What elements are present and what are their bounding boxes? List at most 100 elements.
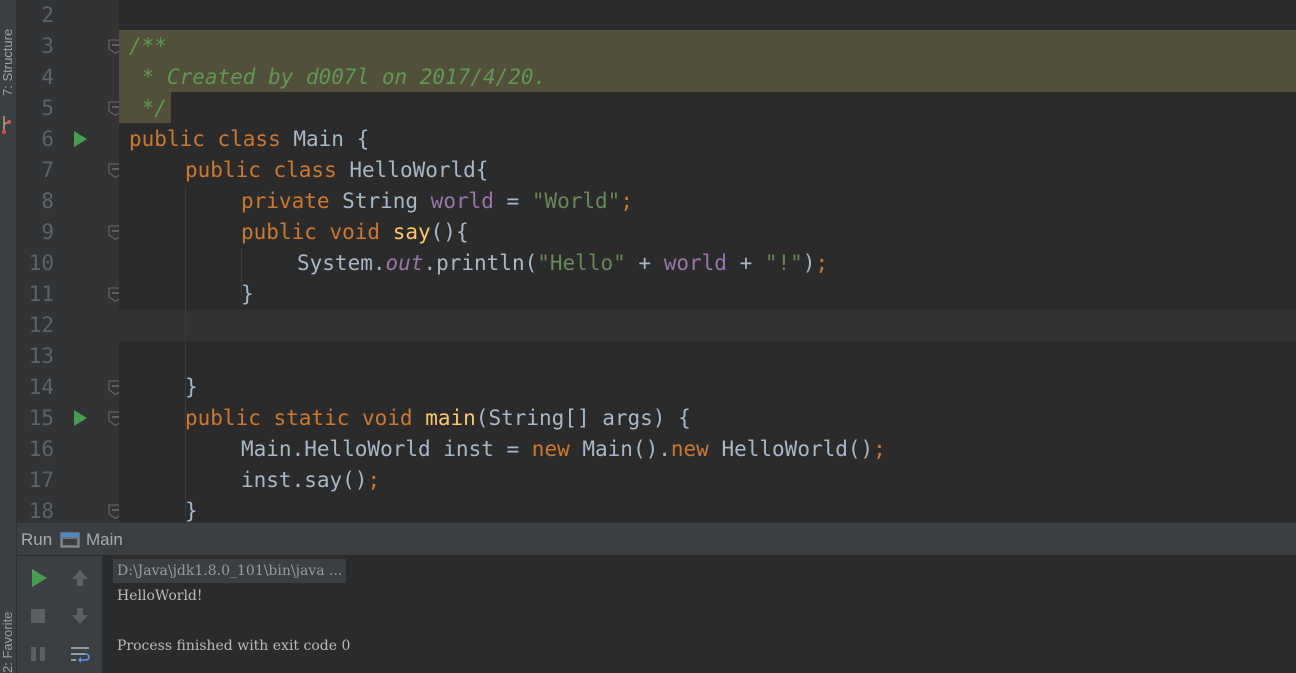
code-token: say xyxy=(392,220,431,244)
run-console[interactable]: D:\Java\jdk1.8.0_101\bin\java ... HelloW… xyxy=(103,556,1296,673)
code-token: Main.HelloWorld inst = xyxy=(241,437,532,461)
scroll-up-icon[interactable] xyxy=(68,566,92,590)
code-token: inst.say() xyxy=(241,468,368,492)
line-number: 4 xyxy=(41,65,54,89)
code-token: */ xyxy=(129,96,167,120)
application-window-icon xyxy=(60,532,80,548)
fold-marker-icon[interactable] xyxy=(107,286,119,303)
line-number: 9 xyxy=(41,220,54,244)
code-token: .println( xyxy=(423,251,538,275)
code-token: "!" xyxy=(764,251,803,275)
code-token: + xyxy=(726,251,765,275)
fold-marker-icon[interactable] xyxy=(107,100,119,117)
code-token: (){ xyxy=(430,220,469,244)
fold-marker-icon[interactable] xyxy=(107,503,119,520)
code-token: /** xyxy=(129,34,167,58)
line-number: 3 xyxy=(41,34,54,58)
code-token: out xyxy=(385,251,424,275)
code-token: private xyxy=(241,189,343,213)
code-token: HelloWorld() xyxy=(721,437,874,461)
code-line[interactable]: private String world = "World"; xyxy=(241,186,633,217)
code-token: world xyxy=(430,189,494,213)
run-tool-window-header: Run Main xyxy=(17,522,1296,556)
line-number: 14 xyxy=(28,375,54,399)
code-token: System. xyxy=(297,251,386,275)
code-token: main xyxy=(425,406,476,430)
line-number: 15 xyxy=(28,406,54,430)
code-line[interactable]: System.out.println("Hello" + world + "!"… xyxy=(297,248,828,279)
code-line[interactable]: } xyxy=(241,279,254,310)
code-token: ; xyxy=(873,437,886,461)
code-line[interactable]: Main.HelloWorld inst = new Main().new He… xyxy=(241,434,886,465)
line-number: 5 xyxy=(41,96,54,120)
favorites-tab[interactable]: 2: Favorites xyxy=(0,612,16,673)
code-token: = xyxy=(493,189,532,213)
soft-wrap-icon[interactable] xyxy=(68,642,92,666)
indent-guide xyxy=(241,248,242,294)
code-line[interactable]: public static void main(String[] args) { xyxy=(185,403,691,434)
code-token: "Hello" xyxy=(537,251,626,275)
run-toolbar xyxy=(17,556,103,673)
code-token: ; xyxy=(815,251,829,275)
code-line[interactable]: public class Main { xyxy=(129,124,369,155)
console-command-line[interactable]: D:\Java\jdk1.8.0_101\bin\java ... xyxy=(113,559,347,583)
console-output-line: HelloWorld! xyxy=(117,588,203,604)
pause-icon[interactable] xyxy=(26,642,50,666)
structure-tab[interactable]: 7: Structure xyxy=(0,0,16,96)
code-token: } xyxy=(185,499,198,522)
line-number: 10 xyxy=(28,251,54,275)
left-tool-strip: 7: Structure 2: Favorites xyxy=(0,0,17,673)
code-token: } xyxy=(185,375,198,399)
line-number: 11 xyxy=(28,282,54,306)
fold-marker-icon[interactable] xyxy=(107,379,119,396)
code-token: public void xyxy=(241,220,393,244)
code-line[interactable]: */ xyxy=(129,93,167,124)
fold-marker-icon[interactable] xyxy=(107,162,119,179)
code-token: public static void xyxy=(185,406,426,430)
code-token: * Created by d007l on 2017/4/20. xyxy=(129,65,547,89)
code-line[interactable]: public void say(){ xyxy=(241,217,469,248)
stop-icon[interactable] xyxy=(26,604,50,628)
line-number: 2 xyxy=(41,3,54,27)
code-token: public class xyxy=(129,127,294,151)
fold-marker-icon[interactable] xyxy=(107,410,119,427)
console-exit-message: Process finished with exit code 0 xyxy=(117,638,351,654)
run-tool-window-title[interactable]: Run xyxy=(21,530,52,550)
line-number: 13 xyxy=(28,344,54,368)
code-line[interactable]: } xyxy=(185,496,198,522)
code-line[interactable]: * Created by d007l on 2017/4/20. xyxy=(129,62,547,93)
scroll-down-icon[interactable] xyxy=(68,604,92,628)
code-token: ; xyxy=(620,189,633,213)
code-token: public class xyxy=(185,158,350,182)
code-token: "World" xyxy=(531,189,621,213)
line-number: 18 xyxy=(28,499,54,522)
current-line-highlight xyxy=(119,310,1296,341)
editor-gutter: 2 3 4 5 6 7 8 9 10 11 12 13 14 15 16 17 18 xyxy=(17,0,119,522)
code-line[interactable]: /** xyxy=(129,31,167,62)
indent-guide xyxy=(185,186,186,516)
code-token: new xyxy=(531,437,583,461)
line-number: 17 xyxy=(28,468,54,492)
fold-marker-icon[interactable] xyxy=(107,224,119,241)
line-number: 12 xyxy=(28,313,54,337)
code-line[interactable]: } xyxy=(185,372,198,403)
code-token: ; xyxy=(367,468,381,492)
line-number: 8 xyxy=(41,189,54,213)
code-token: HelloWorld{ xyxy=(349,158,489,182)
run-gutter-icon[interactable] xyxy=(72,130,88,148)
fold-marker-icon[interactable] xyxy=(107,38,119,55)
run-config-tab[interactable]: Main xyxy=(86,530,123,550)
code-token: Main(). xyxy=(582,437,671,461)
rerun-icon[interactable] xyxy=(26,566,50,590)
code-token: (String[] args) { xyxy=(475,406,691,430)
code-token: Main { xyxy=(293,127,370,151)
code-token: } xyxy=(241,282,254,306)
code-line[interactable]: public class HelloWorld{ xyxy=(185,155,488,186)
code-token: ) xyxy=(802,251,816,275)
code-token: new xyxy=(670,437,722,461)
code-line[interactable]: inst.say(); xyxy=(241,465,380,496)
run-gutter-icon[interactable] xyxy=(72,409,88,427)
code-token: String xyxy=(342,189,431,213)
code-editor[interactable]: /** * Created by d007l on 2017/4/20. */ p… xyxy=(119,0,1296,522)
structure-icon xyxy=(2,116,11,134)
